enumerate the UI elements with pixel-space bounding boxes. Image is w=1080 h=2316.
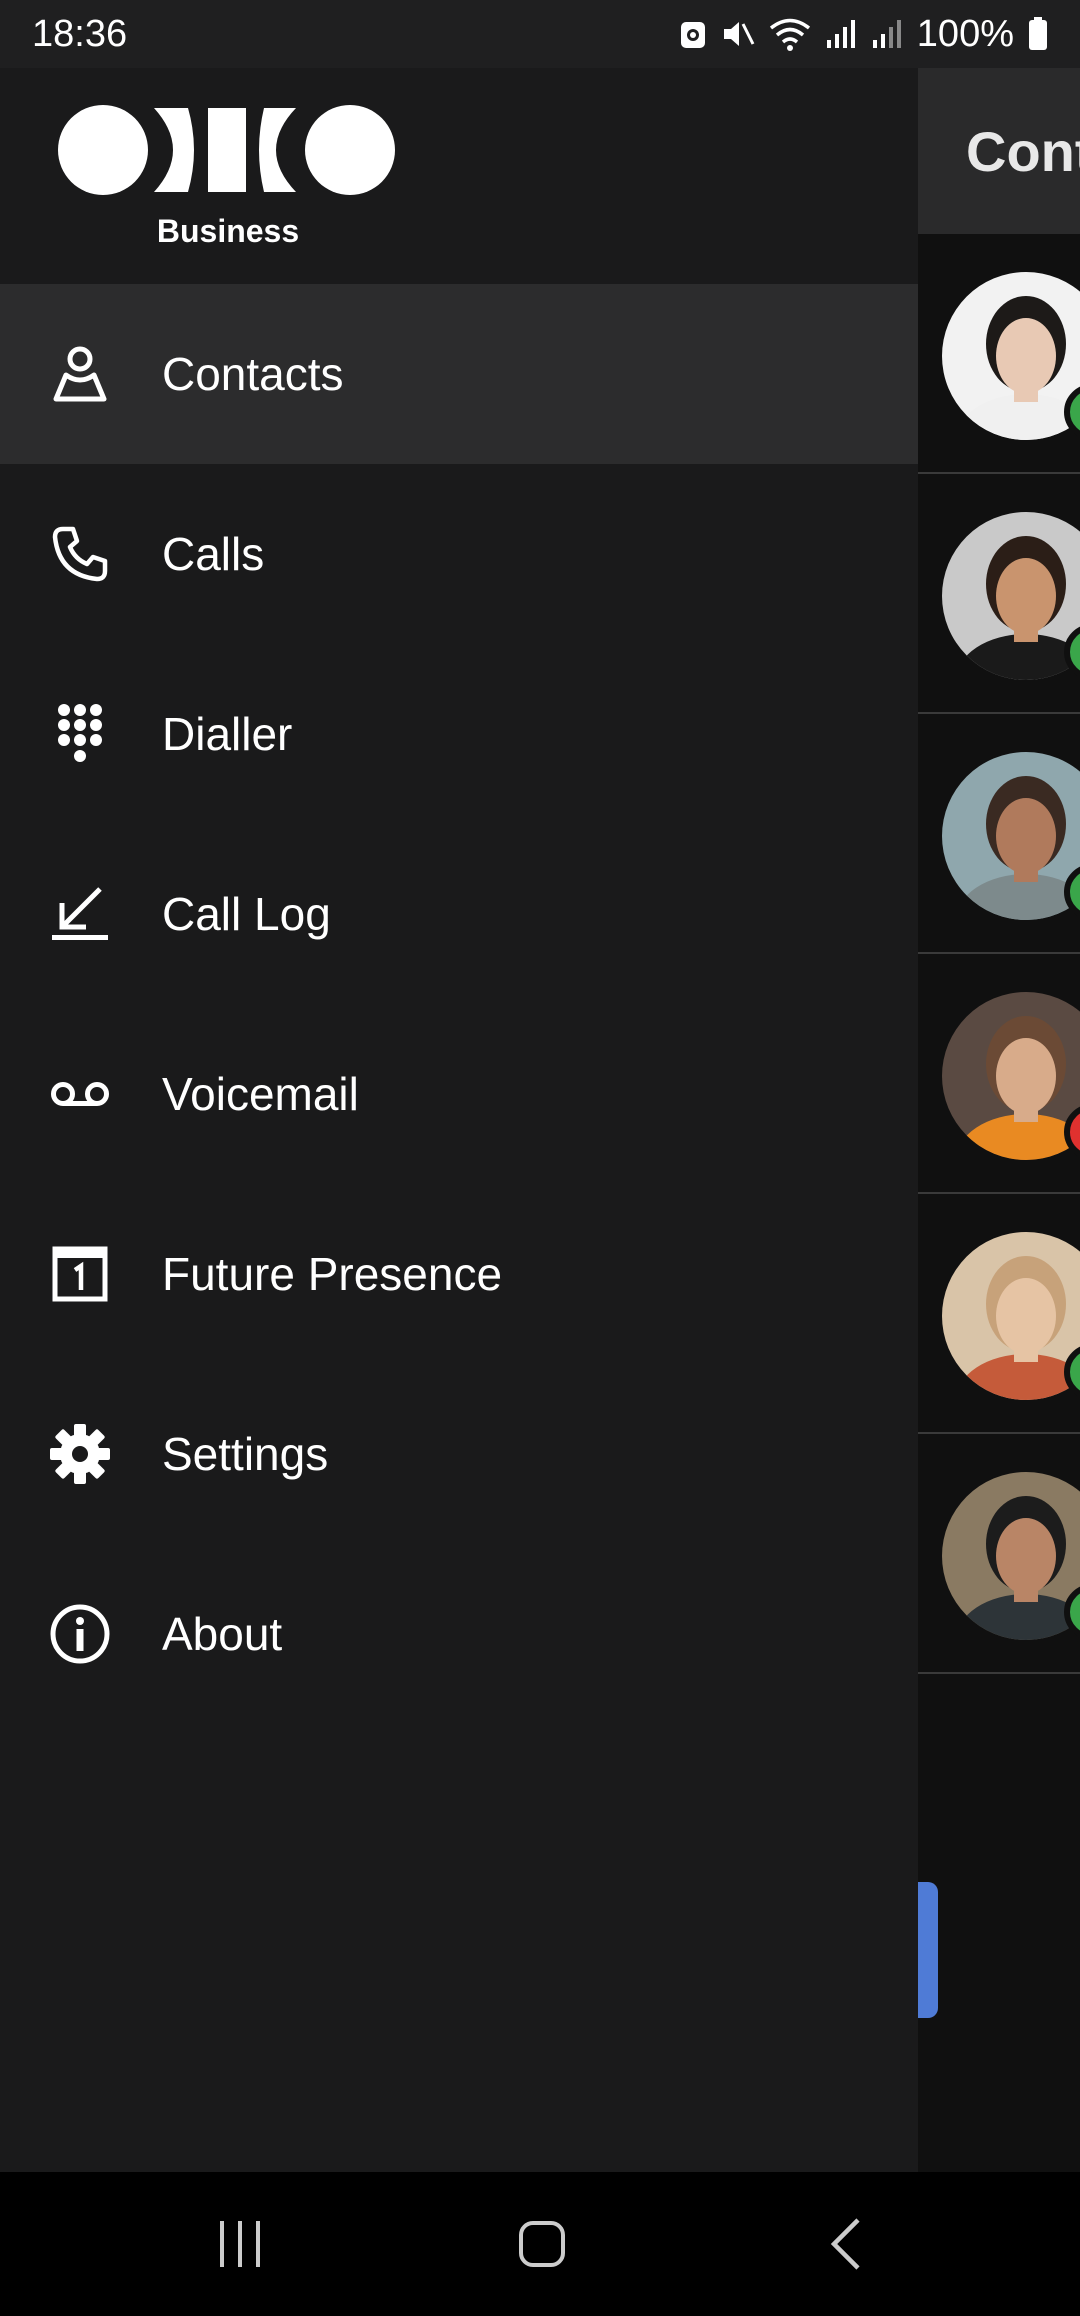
menu-label-calls: Calls <box>162 528 265 580</box>
contacts-screen-background: Cont <box>918 68 1080 2172</box>
navigation-drawer: Business Contacts Calls Dialler Call Log <box>0 68 918 2172</box>
home-icon <box>519 2221 565 2267</box>
menu-item-calls[interactable]: Calls <box>0 464 918 644</box>
logo-wordmark: Business <box>157 213 299 249</box>
brand-logo: Business <box>58 105 395 249</box>
avatar <box>942 752 1080 920</box>
menu-item-contacts[interactable]: Contacts <box>0 284 918 464</box>
contacts-icon <box>48 342 112 406</box>
menu-label-contacts: Contacts <box>162 348 344 400</box>
menu-item-future-presence[interactable]: Future Presence <box>0 1184 918 1364</box>
signal-icon <box>825 18 857 50</box>
wifi-icon <box>769 17 811 51</box>
mute-icon <box>721 18 755 50</box>
contact-row[interactable] <box>918 234 1080 474</box>
signal-icon-2 <box>871 18 903 50</box>
avatar <box>942 1232 1080 1400</box>
menu-label-settings: Settings <box>162 1428 329 1480</box>
back-button[interactable] <box>810 2208 882 2280</box>
gear-icon <box>48 1422 112 1486</box>
menu-label-dialler: Dialler <box>162 708 293 760</box>
status-time: 18:36 <box>32 12 128 55</box>
contact-row[interactable] <box>918 714 1080 954</box>
call-log-icon <box>48 882 112 946</box>
recent-apps-button[interactable] <box>204 2208 276 2280</box>
menu-item-voicemail[interactable]: Voicemail <box>0 1004 918 1184</box>
contact-row[interactable] <box>918 1434 1080 1674</box>
battery-icon <box>1028 17 1048 51</box>
avatar <box>942 1472 1080 1640</box>
menu-label-call-log: Call Log <box>162 888 331 940</box>
status-icons: 100% <box>679 13 1048 56</box>
battery-text: 100% <box>916 12 1014 55</box>
menu-item-call-log[interactable]: Call Log <box>0 824 918 1004</box>
recent-apps-icon <box>220 2221 260 2267</box>
voicemail-icon <box>48 1062 112 1126</box>
avatar <box>942 992 1080 1160</box>
contact-row[interactable] <box>918 1194 1080 1434</box>
menu-label-future-presence: Future Presence <box>162 1248 503 1300</box>
menu-item-settings[interactable]: Settings <box>0 1364 918 1544</box>
menu-item-about[interactable]: About <box>0 1544 918 1724</box>
calendar-icon <box>48 1242 112 1306</box>
home-button[interactable] <box>506 2208 578 2280</box>
contacts-header-title: Cont <box>966 119 1080 183</box>
menu-label-voicemail: Voicemail <box>162 1068 359 1120</box>
dialpad-icon <box>48 702 112 766</box>
avatar <box>942 272 1080 440</box>
back-icon <box>830 2218 860 2270</box>
contacts-header: Cont <box>918 68 1080 234</box>
status-bar: 18:36 100% <box>0 0 1080 68</box>
menu-item-dialler[interactable]: Dialler <box>0 644 918 824</box>
notification-icon <box>679 18 707 50</box>
phone-icon <box>48 522 112 586</box>
avatar <box>942 512 1080 680</box>
scroll-thumb[interactable] <box>918 1882 938 2018</box>
system-nav-bar <box>0 2172 1080 2316</box>
contact-row[interactable] <box>918 474 1080 714</box>
info-icon <box>48 1602 112 1666</box>
contact-row[interactable] <box>918 954 1080 1194</box>
menu-label-about: About <box>162 1608 283 1660</box>
drawer-menu: Contacts Calls Dialler Call Log Voicemai… <box>0 284 918 1724</box>
